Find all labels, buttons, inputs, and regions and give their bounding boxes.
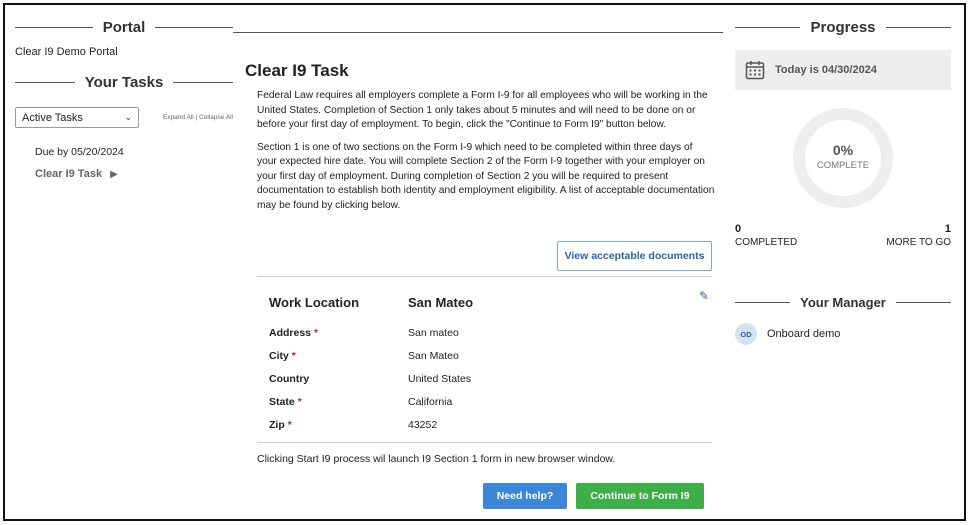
progress-header-title: Progress xyxy=(810,19,876,36)
divider xyxy=(257,276,712,277)
progress-complete-label: COMPLETE xyxy=(816,160,870,171)
view-documents-button[interactable]: View acceptable documents xyxy=(557,241,712,271)
field-value: United States xyxy=(408,372,472,385)
progress-percent: 0% xyxy=(832,142,854,158)
page-frame: Portal Clear I9 Demo Portal Your Tasks A… xyxy=(3,3,966,521)
table-row: Zip * 43252 xyxy=(269,413,709,436)
left-sidebar: Portal Clear I9 Demo Portal Your Tasks A… xyxy=(15,19,234,180)
avatar: OD xyxy=(735,323,757,345)
progress-ring: 0% COMPLETE xyxy=(735,108,951,218)
divider xyxy=(895,302,951,303)
required-marker: * xyxy=(291,349,296,362)
main-content: Clear I9 Task Federal Law requires all e… xyxy=(245,61,715,509)
section-paragraph: Section 1 is one of two sections on the … xyxy=(257,141,715,211)
pencil-icon[interactable]: ✎ xyxy=(699,289,709,303)
today-banner: Today is 04/30/2024 xyxy=(735,50,951,90)
field-value: San Mateo xyxy=(408,349,459,362)
divider xyxy=(735,302,791,303)
required-marker: * xyxy=(313,326,319,339)
table-row: City * San Mateo xyxy=(269,344,709,367)
work-location-label: Work Location xyxy=(269,294,360,310)
required-marker: * xyxy=(297,395,302,408)
field-label: City * xyxy=(269,349,296,362)
required-marker: * xyxy=(287,418,292,431)
field-label: Country xyxy=(269,372,310,385)
manager-name: Onboard demo xyxy=(767,328,841,340)
divider xyxy=(173,82,234,83)
manager-header-title: Your Manager xyxy=(800,295,886,310)
completed-count: 0 xyxy=(735,223,742,235)
calendar-icon xyxy=(745,61,765,80)
divider xyxy=(155,27,234,28)
divider xyxy=(257,442,712,443)
expand-collapse-links: Expand All | Collapse All xyxy=(163,114,233,121)
work-location-table: Work Location San Mateo Address * San ma… xyxy=(269,287,709,436)
task-item-clear-i9[interactable]: Clear I9 Task ▶ xyxy=(35,168,233,180)
remaining-count: 1 xyxy=(944,223,951,235)
field-value: California xyxy=(408,395,453,408)
link-separator: | xyxy=(195,114,198,121)
tasks-header-title: Your Tasks xyxy=(84,74,164,91)
divider xyxy=(885,27,952,28)
divider xyxy=(15,27,93,28)
field-label: Zip * xyxy=(269,418,292,431)
field-value: San mateo xyxy=(408,326,459,339)
progress-stats: 0 COMPLETED 1 MORE TO GO xyxy=(735,223,951,248)
work-location-value: San Mateo xyxy=(408,294,474,310)
work-location-header: Work Location San Mateo xyxy=(269,287,709,317)
task-controls: Active Tasks ⌄ Expand All | Collapse All xyxy=(15,107,233,128)
field-label: Address * xyxy=(269,326,319,339)
task-filter-select[interactable]: Active Tasks ⌄ xyxy=(15,107,139,128)
table-row: Address * San mateo xyxy=(269,321,709,344)
continue-button[interactable]: Continue to Form I9 xyxy=(576,483,704,509)
divider xyxy=(241,32,723,33)
divider xyxy=(233,32,241,33)
completed-stat: 0 COMPLETED xyxy=(735,223,797,248)
table-row: State * California xyxy=(269,390,709,413)
intro-paragraph: Federal Law requires all employers compl… xyxy=(257,90,708,130)
manager-item: OD Onboard demo xyxy=(735,323,840,345)
progress-panel: Progress Today is 04/30/2024 0% COMPLETE xyxy=(735,19,952,345)
field-value: 43252 xyxy=(408,418,438,431)
table-row: Country United States xyxy=(269,367,709,390)
launch-note: Clicking Start I9 process wil launch I9 … xyxy=(257,453,616,465)
divider xyxy=(15,82,75,83)
progress-header: Progress xyxy=(735,19,952,36)
chevron-down-icon: ⌄ xyxy=(124,112,132,122)
portal-name: Clear I9 Demo Portal xyxy=(15,46,118,58)
divider xyxy=(735,27,801,28)
page-title: Clear I9 Task xyxy=(245,61,349,80)
task-due-date: Due by 05/20/2024 xyxy=(35,146,124,158)
portal-header-title: Portal xyxy=(102,19,146,36)
tasks-header: Your Tasks xyxy=(15,74,234,91)
play-icon: ▶ xyxy=(110,168,118,180)
today-label: Today is 04/30/2024 xyxy=(775,64,877,76)
completed-label: COMPLETED xyxy=(735,237,798,248)
field-label: State * xyxy=(269,395,302,408)
progress-ring-track xyxy=(793,108,893,208)
manager-header: Your Manager xyxy=(735,295,951,310)
task-item-label: Clear I9 Task xyxy=(35,168,103,180)
expand-all-link[interactable]: Expand All xyxy=(163,114,194,121)
task-filter-value: Active Tasks xyxy=(22,111,83,124)
remaining-stat: 1 MORE TO GO xyxy=(886,223,951,248)
remaining-label: MORE TO GO xyxy=(886,237,951,248)
collapse-all-link[interactable]: Collapse All xyxy=(199,114,233,121)
need-help-button[interactable]: Need help? xyxy=(483,483,567,509)
portal-header: Portal xyxy=(15,19,234,36)
